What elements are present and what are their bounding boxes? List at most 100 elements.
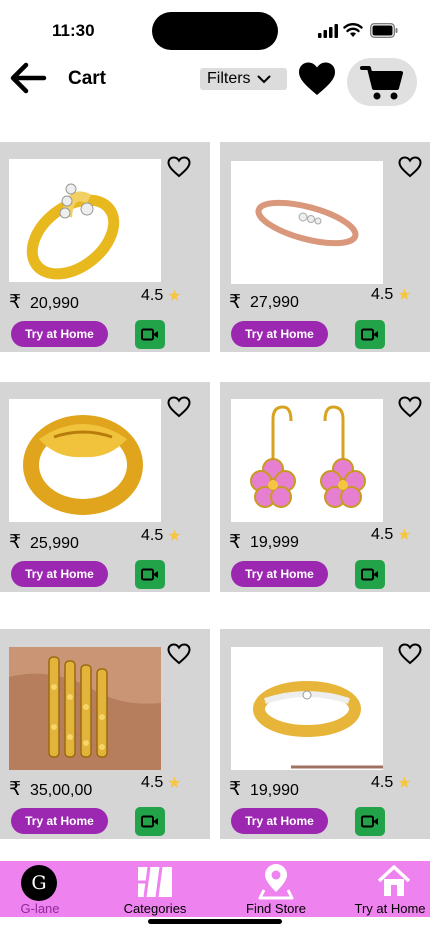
nav-item-categories[interactable]: Categories — [117, 861, 193, 917]
rating-value: 4.5 — [371, 286, 394, 303]
product-card[interactable]: ₹ 19,990 4.5 ★ Try at Home — [220, 629, 430, 839]
star-icon: ★ — [167, 288, 182, 305]
product-rating: 4.5 ★ — [371, 285, 412, 305]
rating-value: 4.5 — [371, 526, 394, 543]
filters-dropdown[interactable]: Filters — [200, 68, 287, 90]
product-price: 20,990 — [30, 295, 79, 312]
nav-label: Try at Home — [354, 901, 426, 916]
home-indicator — [148, 919, 282, 924]
star-icon: ★ — [397, 287, 412, 304]
rating-value: 4.5 — [141, 774, 164, 791]
currency-symbol: ₹ — [9, 292, 22, 313]
product-card[interactable]: ₹ 19,999 4.5 ★ Try at Home — [220, 382, 430, 592]
nav-label: Find Store — [246, 901, 306, 916]
product-price: 19,990 — [250, 782, 299, 799]
product-card[interactable]: ₹ 27,990 4.5 ★ Try at Home — [220, 142, 430, 352]
nav-item-find-store[interactable]: Find Store — [240, 861, 312, 917]
star-icon: ★ — [397, 527, 412, 544]
try-at-home-button[interactable]: Try at Home — [11, 808, 108, 834]
ring-image — [26, 183, 120, 280]
video-call-button[interactable] — [135, 560, 165, 589]
try-at-home-button[interactable]: Try at Home — [231, 561, 328, 587]
product-price: 27,990 — [250, 294, 299, 311]
cart-icon — [360, 66, 403, 100]
status-bar: 11:30 — [0, 0, 430, 60]
favorite-heart-icon[interactable] — [167, 643, 191, 665]
wishlist-heart-icon[interactable] — [297, 61, 337, 97]
g-lane-logo-icon: G — [21, 865, 57, 901]
product-image[interactable] — [9, 647, 161, 770]
product-image[interactable] — [231, 161, 383, 284]
rating-value: 4.5 — [371, 774, 394, 791]
rating-value: 4.5 — [141, 287, 164, 304]
earrings-image — [250, 405, 366, 508]
try-at-home-button[interactable]: Try at Home — [231, 321, 328, 347]
nav-item-try-at-home[interactable]: Try at Home — [352, 861, 428, 917]
product-image[interactable] — [231, 647, 383, 770]
product-price: 19,999 — [250, 534, 299, 551]
product-price: 25,990 — [30, 535, 79, 552]
product-card[interactable]: ₹ 20,990 4.5 ★ Try at Home — [0, 142, 210, 352]
signal-icon — [318, 24, 338, 38]
ring-image — [255, 199, 359, 247]
product-card[interactable]: ₹ 35,00,00 4.5 ★ Try at Home — [0, 629, 210, 839]
product-image[interactable] — [231, 399, 383, 522]
currency-symbol: ₹ — [229, 779, 242, 800]
try-at-home-button[interactable]: Try at Home — [11, 561, 108, 587]
product-rating: 4.5 ★ — [371, 525, 412, 545]
status-time: 11:30 — [52, 21, 95, 40]
video-camera-icon — [141, 328, 158, 341]
battery-icon — [370, 23, 398, 38]
nav-item-g-lane[interactable]: G G-lane — [8, 861, 72, 917]
video-camera-icon — [361, 328, 378, 341]
try-at-home-button[interactable]: Try at Home — [231, 808, 328, 834]
rating-value: 4.5 — [141, 527, 164, 544]
favorite-heart-icon[interactable] — [398, 156, 422, 178]
video-call-button[interactable] — [355, 560, 385, 589]
nav-label: Categories — [123, 901, 187, 916]
favorite-heart-icon[interactable] — [167, 396, 191, 418]
currency-symbol: ₹ — [229, 532, 242, 553]
product-rating: 4.5 ★ — [141, 526, 182, 546]
product-image[interactable] — [9, 399, 161, 522]
product-image[interactable] — [9, 159, 161, 282]
back-arrow-icon[interactable] — [8, 60, 48, 96]
app-header: Cart Filters — [0, 56, 430, 106]
favorite-heart-icon[interactable] — [167, 156, 191, 178]
video-call-button[interactable] — [135, 807, 165, 836]
video-call-button[interactable] — [355, 807, 385, 836]
ring-image — [23, 415, 143, 515]
video-camera-icon — [361, 815, 378, 828]
categories-icon — [138, 866, 172, 898]
product-rating: 4.5 ★ — [141, 286, 182, 306]
bangles-image — [9, 647, 161, 770]
favorite-heart-icon[interactable] — [398, 643, 422, 665]
product-price: 35,00,00 — [30, 782, 93, 799]
try-at-home-button[interactable]: Try at Home — [11, 321, 108, 347]
product-card[interactable]: ₹ 25,990 4.5 ★ Try at Home — [0, 382, 210, 592]
star-icon: ★ — [167, 775, 182, 792]
currency-symbol: ₹ — [9, 779, 22, 800]
favorite-heart-icon[interactable] — [398, 396, 422, 418]
page-title: Cart — [68, 68, 107, 89]
currency-symbol: ₹ — [9, 532, 22, 553]
video-call-button[interactable] — [355, 320, 385, 349]
dynamic-island — [152, 12, 278, 50]
nav-label: G-lane — [20, 901, 60, 916]
band-ring-image — [253, 681, 383, 769]
cart-button[interactable] — [347, 58, 417, 106]
video-camera-icon — [361, 568, 378, 581]
currency-symbol: ₹ — [229, 292, 242, 313]
video-call-button[interactable] — [135, 320, 165, 349]
video-camera-icon — [141, 815, 158, 828]
chevron-down-icon — [257, 75, 271, 83]
product-rating: 4.5 ★ — [371, 773, 412, 793]
video-camera-icon — [141, 568, 158, 581]
store-pin-icon — [258, 864, 294, 900]
star-icon: ★ — [397, 775, 412, 792]
star-icon: ★ — [167, 528, 182, 545]
filters-label: Filters — [207, 70, 251, 87]
bottom-navigation: G G-lane Categories Find Store Try at Ho… — [0, 861, 430, 917]
product-rating: 4.5 ★ — [141, 773, 182, 793]
home-icon — [377, 865, 411, 896]
